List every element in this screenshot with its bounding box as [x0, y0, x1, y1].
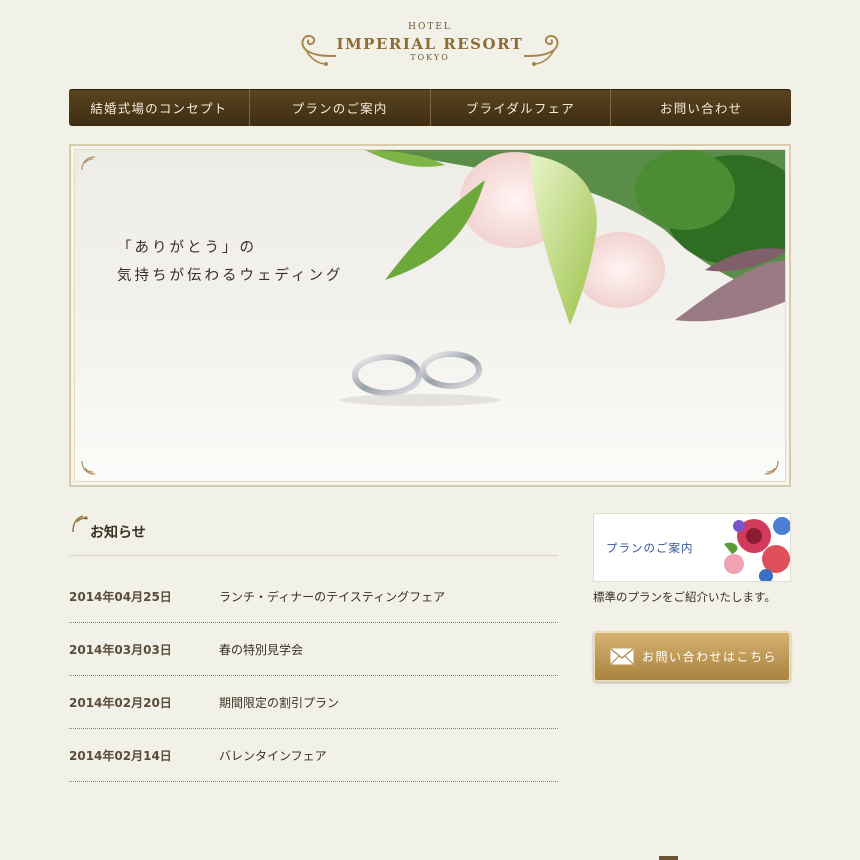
- news-date: 2014年03月03日: [69, 643, 172, 657]
- flourish-right-icon: [523, 34, 559, 66]
- nav-item-bridal-fair[interactable]: ブライダルフェア: [431, 89, 612, 126]
- news-item[interactable]: 2014年04月25日 ランチ・ディナーのテイスティングフェア: [69, 569, 558, 623]
- news-title[interactable]: ランチ・ディナーのテイスティングフェア: [219, 588, 445, 605]
- mail-icon: [610, 648, 634, 665]
- news-header: お知らせ: [69, 512, 558, 556]
- news-date: 2014年04月25日: [69, 590, 172, 604]
- hero-photo-illustration: [340, 150, 785, 406]
- news-item[interactable]: 2014年02月20日 期間限定の割引プラン: [69, 675, 558, 729]
- news-item[interactable]: 2014年02月14日 バレンタインフェア: [69, 728, 558, 782]
- ornament-icon: [72, 515, 88, 533]
- nav-item-plans[interactable]: プランのご案内: [250, 89, 431, 126]
- news-heading: お知らせ: [90, 525, 146, 541]
- news-date: 2014年02月20日: [69, 696, 172, 710]
- news-date: 2014年02月14日: [69, 749, 172, 763]
- hero-image: 「ありがとう」の 気持ちが伝わるウェディング: [74, 149, 786, 482]
- hero-banner: 「ありがとう」の 気持ちが伝わるウェディング: [69, 144, 791, 487]
- corner-ornament-icon: [764, 460, 779, 475]
- nav-item-concept[interactable]: 結婚式場のコンセプト: [69, 89, 250, 126]
- page-top-tab[interactable]: [659, 856, 678, 860]
- news-item[interactable]: 2014年03月03日 春の特別見学会: [69, 622, 558, 676]
- news-title[interactable]: 期間限定の割引プラン: [219, 694, 339, 711]
- plan-banner-label: プランのご案内: [606, 541, 694, 555]
- plan-description: 標準のプランをご紹介いたします。: [593, 590, 776, 604]
- news-title[interactable]: 春の特別見学会: [219, 641, 303, 658]
- corner-ornament-icon: [81, 460, 96, 475]
- corner-ornament-icon: [81, 156, 96, 171]
- contact-button-label: お問い合わせはこちら: [642, 650, 778, 664]
- hero-tagline-line2: 気持ちが伝わるウェディング: [117, 268, 344, 284]
- site-logo[interactable]: HOTEL IMPERIAL RESORT TOKYO: [296, 18, 564, 70]
- plan-banner[interactable]: プランのご案内: [593, 513, 791, 582]
- main-nav: 結婚式場のコンセプト プランのご案内 ブライダルフェア お問い合わせ: [69, 89, 791, 126]
- contact-button[interactable]: お問い合わせはこちら: [593, 631, 791, 682]
- nav-item-contact[interactable]: お問い合わせ: [611, 89, 791, 126]
- news-title[interactable]: バレンタインフェア: [219, 747, 327, 764]
- hero-tagline-line1: 「ありがとう」の: [117, 240, 257, 256]
